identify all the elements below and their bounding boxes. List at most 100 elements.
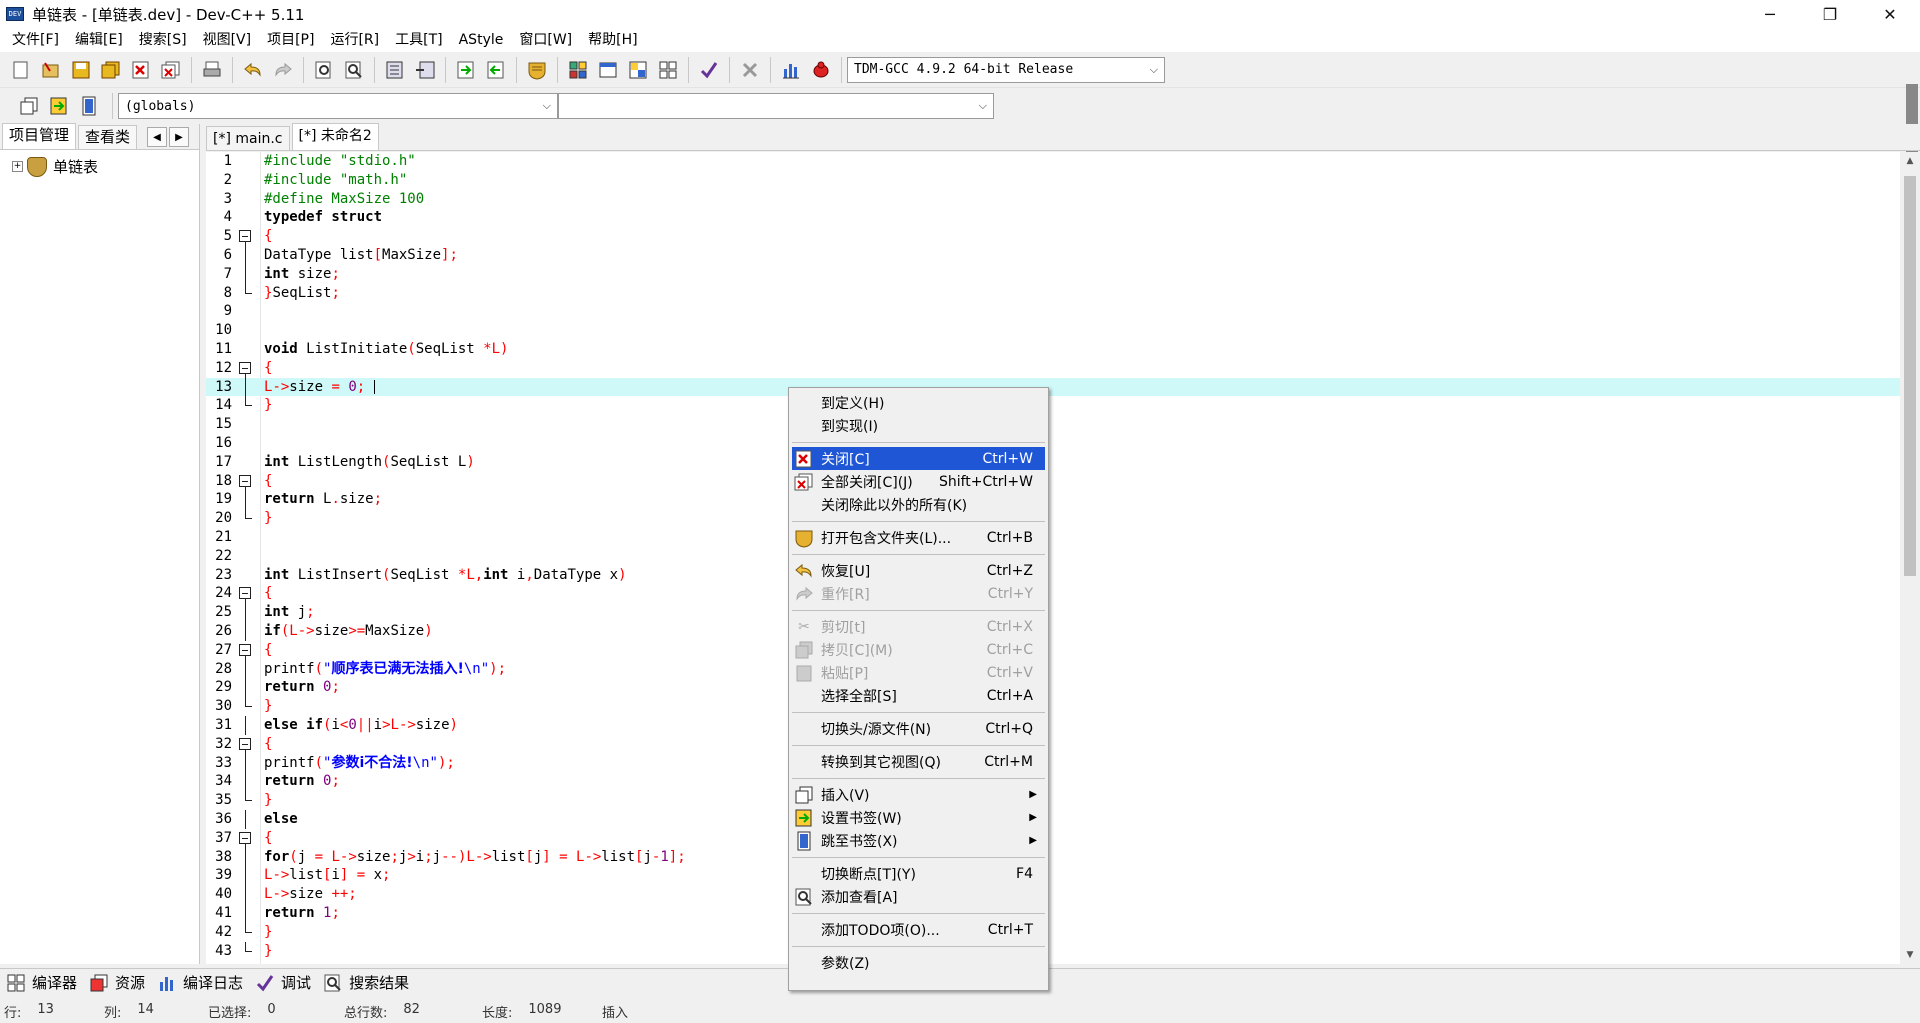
code-line[interactable]: 34 return 0; [206, 772, 1900, 792]
close-all-icon[interactable] [158, 57, 184, 83]
scroll-down-icon[interactable]: ▼ [1900, 946, 1920, 964]
code-line[interactable]: 25 int j; [206, 603, 1900, 622]
tab-scroll-left-icon[interactable]: ◀ [147, 127, 168, 147]
fold-collapse-icon[interactable] [238, 735, 252, 754]
scope-select[interactable]: (globals) ⌵ [118, 93, 558, 119]
menu-run[interactable]: 运行[R] [322, 28, 387, 52]
code-line[interactable]: 11 void ListInitiate(SeqList *L) [206, 340, 1900, 359]
code-line[interactable]: 23 int ListInsert(SeqList *L,int i,DataTy… [206, 566, 1900, 585]
scrollbar-thumb[interactable] [1904, 176, 1916, 576]
project-options-icon[interactable] [524, 57, 550, 83]
menu-select-all[interactable]: 选择全部[S] Ctrl+A [792, 684, 1045, 707]
unindent-icon[interactable] [412, 57, 438, 83]
code-line[interactable]: 31 else if(i<0||i>L->size) [206, 716, 1900, 735]
tab-resources[interactable]: 资源 [89, 972, 145, 993]
code-line[interactable]: 30} [206, 697, 1900, 716]
code-line[interactable]: 7 int size; [206, 264, 1900, 284]
run-icon[interactable] [595, 57, 621, 83]
menu-goto-bookmark[interactable]: 跳至书签(X) ▶ [792, 829, 1045, 852]
tab-compile-log[interactable]: 编译日志 [157, 972, 243, 993]
code-line[interactable]: 4 typedef struct [206, 208, 1900, 227]
current-code-line[interactable]: 13 L->size = 0; [206, 377, 1900, 397]
indent-icon[interactable] [382, 57, 408, 83]
chart-icon[interactable] [778, 57, 804, 83]
tab-untitled2[interactable]: [*] 未命名2 [291, 123, 379, 150]
code-line[interactable]: 32 { [206, 735, 1900, 754]
find-icon[interactable] [311, 57, 337, 83]
fold-collapse-icon[interactable] [238, 829, 252, 848]
code-line[interactable]: 33 printf("参数i不合法!\n"); [206, 753, 1900, 773]
code-line[interactable]: 38 for(j = L->size;j>i;j--)L->list[j] = L… [206, 847, 1900, 867]
close-window-button[interactable]: ✕ [1860, 0, 1920, 28]
fold-collapse-icon[interactable] [238, 227, 252, 247]
syntax-check-icon[interactable] [696, 57, 722, 83]
menu-edit[interactable]: 编辑[E] [67, 28, 131, 52]
code-line[interactable]: 18 { [206, 472, 1900, 491]
debug-icon[interactable] [808, 57, 834, 83]
code-line[interactable]: 16 [206, 434, 1900, 453]
menu-open-folder[interactable]: 打开包含文件夹(L)... Ctrl+B [792, 526, 1045, 549]
menu-file[interactable]: 文件[F] [4, 28, 67, 52]
code-line[interactable]: 27 { [206, 641, 1900, 660]
tab-debug[interactable]: 调试 [255, 972, 311, 993]
tab-main-c[interactable]: [*] main.c [206, 126, 290, 150]
menu-undo[interactable]: 恢复[U] Ctrl+Z [792, 559, 1045, 582]
menu-view[interactable]: 视图[V] [195, 28, 260, 52]
menu-astyle[interactable]: AStyle [451, 28, 512, 52]
code-line[interactable]: 43} [206, 941, 1900, 961]
menu-swap-view[interactable]: 转换到其它视图(Q) Ctrl+M [792, 750, 1045, 773]
menu-tools[interactable]: 工具[T] [387, 28, 450, 52]
rebuild-icon[interactable] [655, 57, 681, 83]
open-file-icon[interactable] [38, 57, 64, 83]
print-icon[interactable] [199, 57, 225, 83]
remove-from-project-icon[interactable] [483, 57, 509, 83]
insert-code-icon[interactable] [16, 93, 42, 119]
code-line[interactable]: 8}SeqList; [206, 283, 1900, 303]
code-line[interactable]: 29 return 0; [206, 678, 1900, 698]
menu-goto-implementation[interactable]: 到实现(I) [792, 414, 1045, 437]
menu-window[interactable]: 窗口[W] [511, 28, 580, 52]
menu-toggle-breakpoint[interactable]: 切换断点[T](Y) F4 [792, 862, 1045, 885]
code-line[interactable]: 21 [206, 528, 1900, 547]
code-line[interactable]: 10 [206, 321, 1900, 340]
code-line[interactable]: 6 DataType list[MaxSize]; [206, 246, 1900, 265]
undo-icon[interactable] [240, 57, 266, 83]
code-line[interactable]: 20} [206, 509, 1900, 528]
menu-close[interactable]: 关闭[C] Ctrl+W [792, 447, 1045, 470]
fold-collapse-icon[interactable] [238, 641, 252, 660]
code-line[interactable]: 36 else [206, 810, 1900, 829]
fold-collapse-icon[interactable] [238, 359, 252, 378]
menu-help[interactable]: 帮助[H] [580, 28, 645, 52]
menu-insert[interactable]: 插入(V) ▶ [792, 783, 1045, 806]
code-line[interactable]: 35} [206, 791, 1900, 810]
code-line[interactable]: 42} [206, 922, 1900, 942]
menu-params[interactable]: 参数(Z) [792, 951, 1045, 974]
code-line[interactable]: 19 return L.size; [206, 490, 1900, 510]
code-line[interactable]: 22 [206, 547, 1900, 566]
replace-icon[interactable] [341, 57, 367, 83]
code-line[interactable]: 3 #define MaxSize 100 [206, 190, 1900, 209]
close-file-icon[interactable] [128, 57, 154, 83]
toggle-bookmark-icon[interactable] [46, 93, 72, 119]
code-line[interactable]: 40 L->size ++; [206, 885, 1900, 904]
code-line[interactable]: 37 { [206, 829, 1900, 848]
code-line[interactable]: 5{ [206, 227, 1900, 247]
code-line[interactable]: 26 if(L->size>=MaxSize) [206, 622, 1900, 641]
fold-collapse-icon[interactable] [238, 584, 252, 604]
project-tree-item[interactable]: + 单链表 [12, 156, 199, 177]
menu-close-others[interactable]: 关闭除此以外的所有(K) [792, 493, 1045, 516]
menu-set-bookmark[interactable]: 设置书签(W) ▶ [792, 806, 1045, 829]
tab-scroll-right-icon[interactable]: ▶ [169, 127, 190, 147]
tab-project-manager[interactable]: 项目管理 [2, 123, 77, 149]
code-editor[interactable]: 1 #include "stdio.h" 2 #include "math.h" 3 #d… [206, 152, 1900, 964]
tab-class-browser[interactable]: 查看类 [78, 125, 138, 149]
code-line[interactable]: 39 L->list[i] = x; [206, 866, 1900, 886]
code-line[interactable]: 12 { [206, 359, 1900, 378]
code-line[interactable]: 14} [206, 396, 1900, 415]
symbol-select[interactable]: ⌵ [558, 93, 994, 119]
save-icon[interactable] [68, 57, 94, 83]
scroll-up-icon[interactable]: ▲ [1900, 152, 1920, 170]
menu-toggle-header[interactable]: 切换头/源文件(N) Ctrl+Q [792, 717, 1045, 740]
code-line[interactable]: 24 { [206, 584, 1900, 604]
fold-collapse-icon[interactable] [238, 472, 252, 491]
